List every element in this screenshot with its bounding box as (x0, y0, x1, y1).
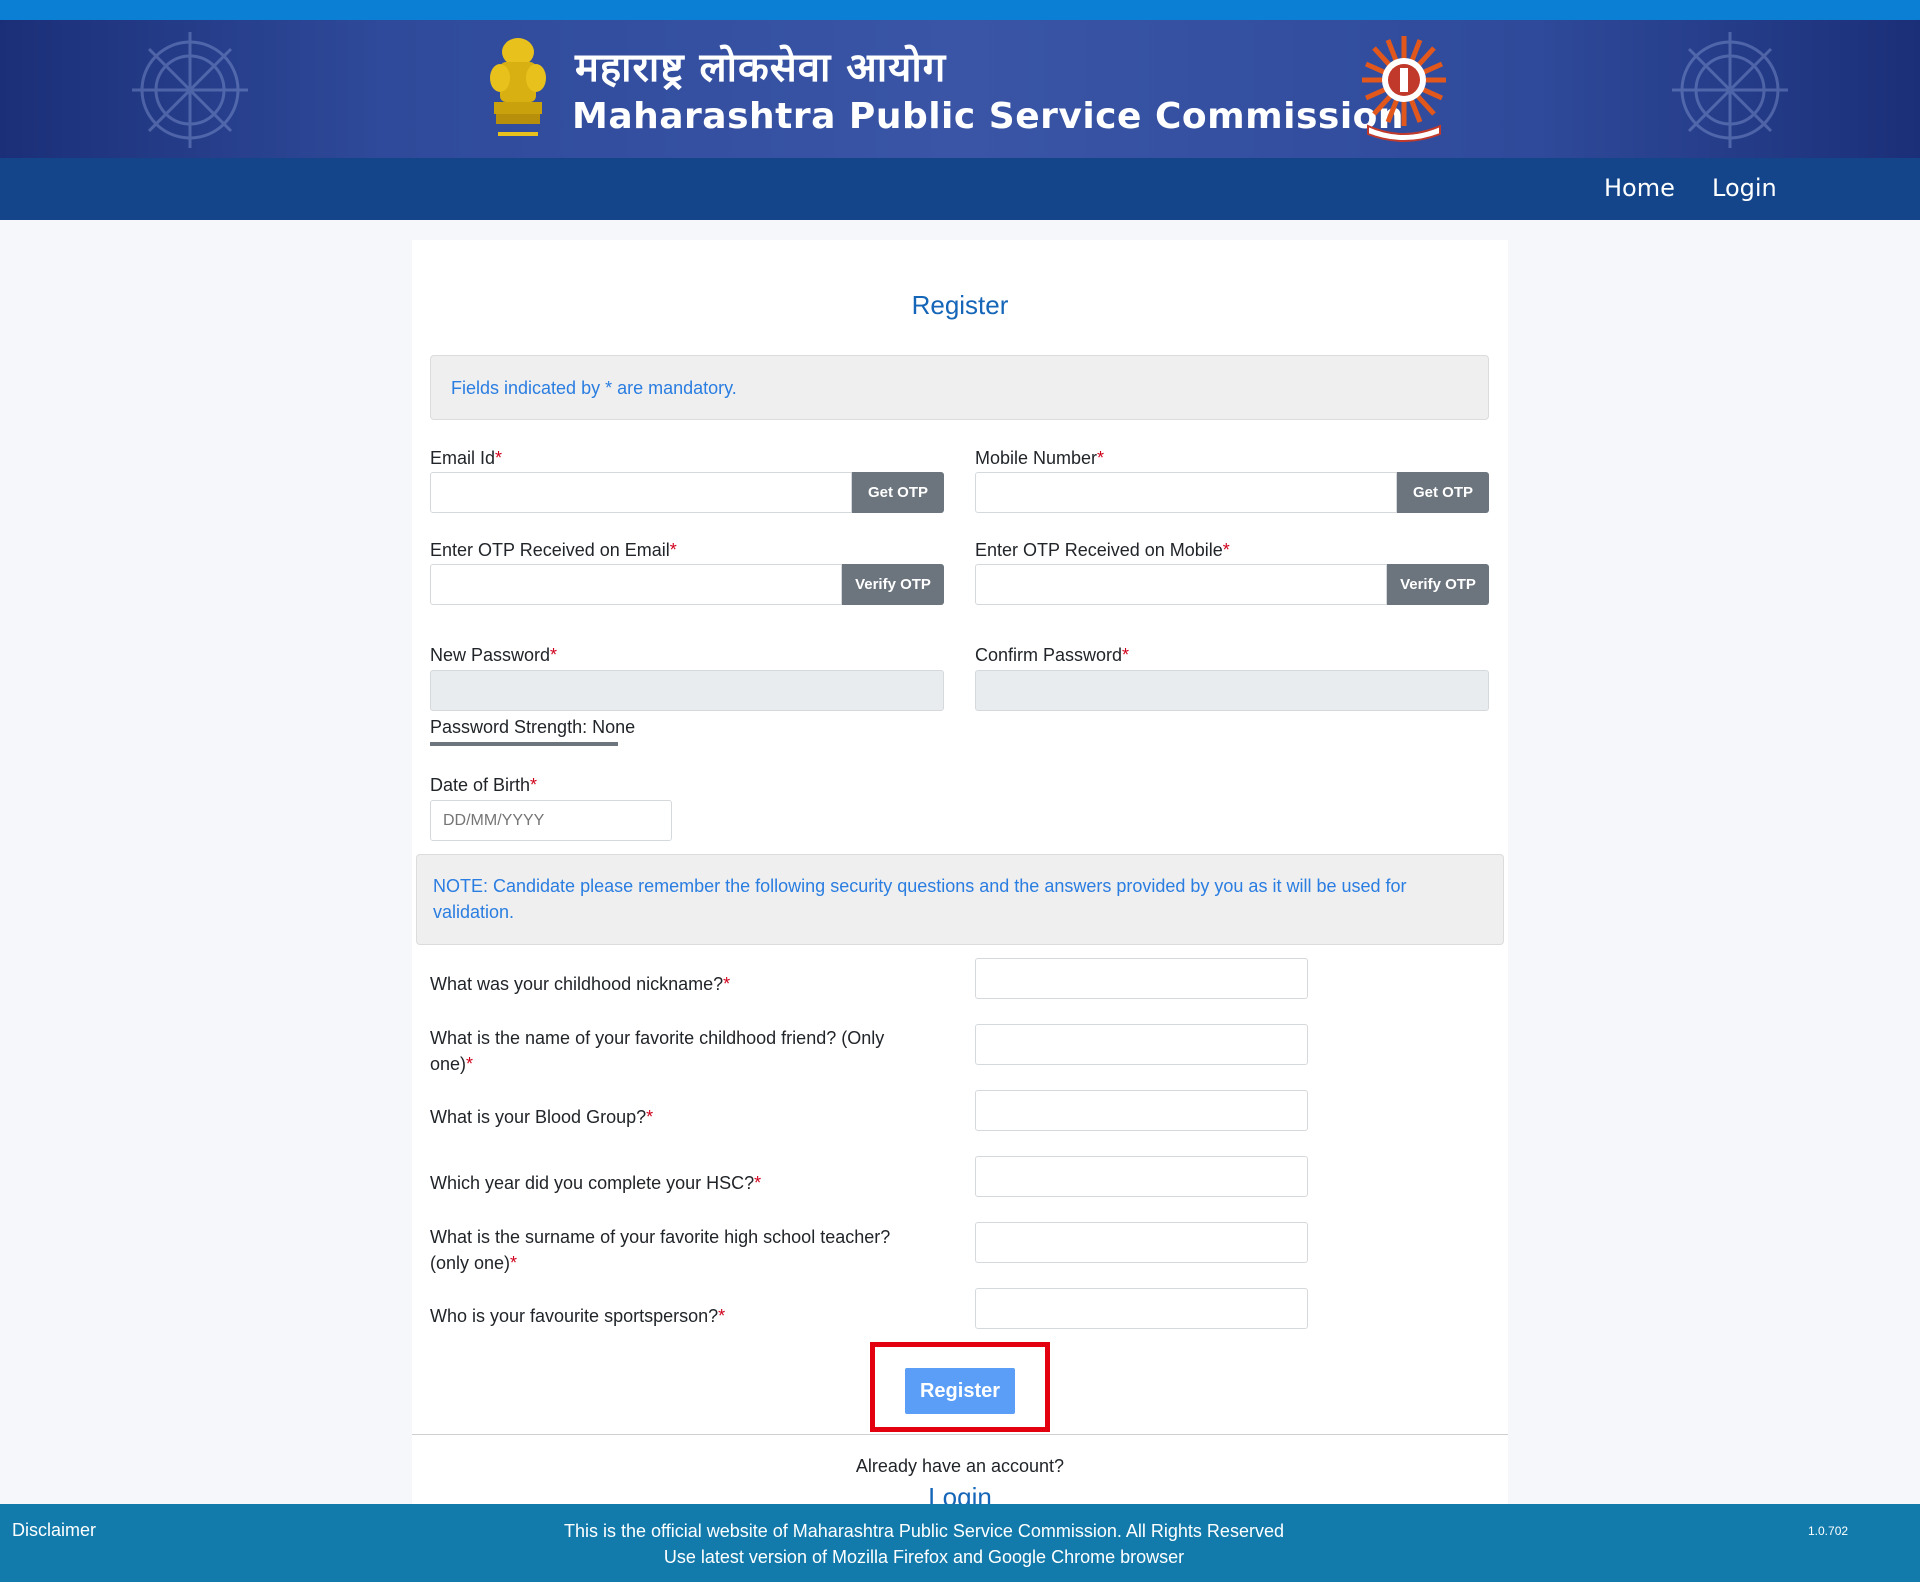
sportsperson-input[interactable] (975, 1288, 1308, 1329)
nav-login-link[interactable]: Login (1712, 174, 1777, 202)
mpsc-logo-icon (1362, 36, 1446, 142)
footer-text: This is the official website of Maharash… (0, 1518, 1848, 1570)
required-asterisk: * (550, 645, 558, 665)
nav-home-link[interactable]: Home (1604, 174, 1675, 202)
mobile-otp-label: Enter OTP Received on Mobile* (975, 540, 1230, 560)
question-label: What is the name of your favorite childh… (430, 1028, 885, 1074)
confirm-password-label: Confirm Password* (975, 645, 1130, 665)
new-password-input[interactable] (430, 670, 944, 711)
dob-input[interactable] (430, 800, 672, 841)
password-strength-bar (430, 742, 618, 746)
required-asterisk: * (530, 775, 538, 795)
version-label: 1.0.702 (1808, 1524, 1849, 1538)
footer: Disclaimer This is the official website … (0, 1504, 1920, 1582)
footer-line-2: Use latest version of Mozilla Firefox an… (663, 1547, 1185, 1567)
already-account-text: Already have an account? (855, 1456, 1065, 1476)
question-label: What was your childhood nickname?* (430, 974, 731, 994)
email-otp-input[interactable] (430, 564, 842, 605)
dob-label: Date of Birth* (430, 775, 538, 795)
required-asterisk: * (495, 448, 503, 468)
required-asterisk: * (718, 1306, 726, 1326)
mobile-input[interactable] (975, 472, 1397, 513)
top-strip (0, 0, 1920, 20)
national-emblem-icon (490, 38, 546, 136)
required-asterisk: * (723, 974, 731, 994)
sun-emblem-decoration-icon (132, 32, 248, 148)
footer-line-1: This is the official website of Maharash… (564, 1521, 1284, 1541)
email-input[interactable] (430, 472, 852, 513)
mobile-label: Mobile Number* (975, 448, 1105, 468)
confirm-password-input[interactable] (975, 670, 1489, 711)
email-label: Email Id* (430, 448, 503, 468)
childhood-friend-input[interactable] (975, 1024, 1308, 1065)
question-label: Which year did you complete your HSC?* (430, 1173, 762, 1193)
required-asterisk: * (646, 1107, 654, 1127)
required-asterisk: * (510, 1253, 518, 1273)
question-label: What is your Blood Group?* (430, 1107, 654, 1127)
question-label: Who is your favourite sportsperson?* (430, 1306, 726, 1326)
security-questions-note: NOTE: Candidate please remember the foll… (416, 854, 1504, 945)
header-title-marathi: महाराष्ट्र लोकसेवा आयोग (575, 45, 947, 91)
mandatory-fields-alert: Fields indicated by * are mandatory. (430, 355, 1489, 420)
main-navbar: Home Login (0, 158, 1920, 220)
required-asterisk: * (669, 540, 677, 560)
security-note-text: NOTE: Candidate please remember the foll… (433, 876, 1407, 922)
childhood-nickname-input[interactable] (975, 958, 1308, 999)
mobile-verify-otp-button[interactable]: Verify OTP (1387, 564, 1489, 605)
required-asterisk: * (1122, 645, 1130, 665)
teacher-surname-input[interactable] (975, 1222, 1308, 1263)
header-banner: महाराष्ट्र लोकसेवा आयोग Maharashtra Publ… (0, 20, 1920, 158)
register-card: Register Fields indicated by * are manda… (412, 240, 1508, 1512)
mobile-get-otp-button[interactable]: Get OTP (1397, 472, 1489, 513)
email-get-otp-button[interactable]: Get OTP (852, 472, 944, 513)
blood-group-input[interactable] (975, 1090, 1308, 1131)
new-password-label: New Password* (430, 645, 558, 665)
question-label: What is the surname of your favorite hig… (430, 1227, 891, 1273)
email-verify-otp-button[interactable]: Verify OTP (842, 564, 944, 605)
required-asterisk: * (1222, 540, 1230, 560)
required-asterisk: * (754, 1173, 762, 1193)
required-asterisk: * (466, 1054, 474, 1074)
register-button[interactable]: Register (905, 1368, 1015, 1414)
header-title-english: Maharashtra Public Service Commission (572, 96, 1405, 137)
email-otp-label: Enter OTP Received on Email* (430, 540, 677, 560)
mandatory-fields-text: Fields indicated by * are mandatory. (451, 378, 737, 398)
required-asterisk: * (1097, 448, 1105, 468)
password-strength-text: Password Strength: None (430, 717, 636, 737)
mobile-otp-input[interactable] (975, 564, 1387, 605)
divider (412, 1434, 1508, 1435)
page-title: Register (911, 290, 1009, 320)
hsc-year-input[interactable] (975, 1156, 1308, 1197)
sun-emblem-decoration-icon (1672, 32, 1788, 148)
